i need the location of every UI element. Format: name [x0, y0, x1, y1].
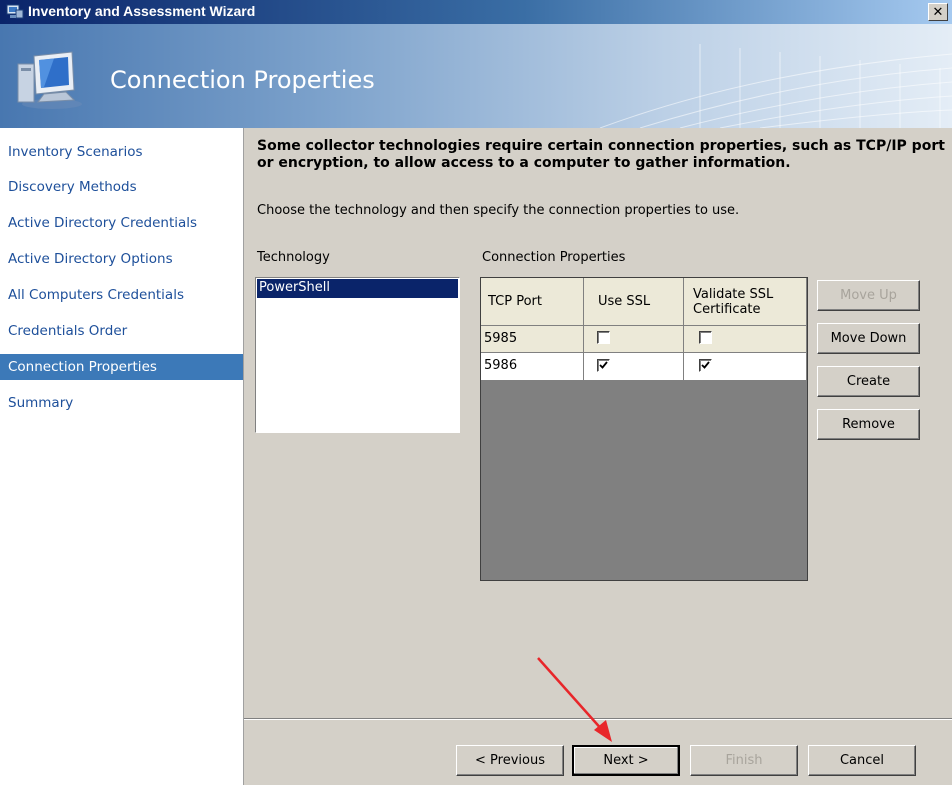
sidebar-item-all-computers-credentials[interactable]: All Computers Credentials: [0, 282, 243, 308]
sidebar-item-ad-options[interactable]: Active Directory Options: [0, 246, 243, 272]
move-down-button[interactable]: Move Down: [817, 323, 920, 354]
sidebar-item-credentials-order[interactable]: Credentials Order: [0, 318, 243, 344]
header-banner: Connection Properties: [0, 24, 952, 128]
create-button[interactable]: Create: [817, 366, 920, 397]
page-title: Connection Properties: [110, 66, 375, 94]
cancel-button[interactable]: Cancel: [808, 745, 916, 776]
use-ssl-checkbox[interactable]: [597, 359, 610, 372]
list-item-powershell[interactable]: PowerShell: [257, 279, 458, 298]
column-header-tcp-port[interactable]: TCP Port: [481, 278, 584, 326]
wizard-steps-sidebar: Inventory Scenarios Discovery Methods Ac…: [0, 128, 244, 785]
column-header-use-ssl[interactable]: Use SSL: [584, 278, 684, 326]
instruction-text: Choose the technology and then specify t…: [257, 203, 740, 218]
window-title: Inventory and Assessment Wizard: [28, 3, 256, 19]
connection-properties-grid[interactable]: TCP Port Use SSL Validate SSL Certificat…: [480, 277, 808, 581]
table-row-cell-validate-ssl: [684, 353, 807, 381]
sidebar-item-connection-properties[interactable]: Connection Properties: [0, 354, 243, 380]
column-header-validate-ssl[interactable]: Validate SSL Certificate: [684, 278, 807, 326]
intro-description: Some collector technologies require cert…: [257, 138, 945, 171]
validate-ssl-checkbox[interactable]: [699, 359, 712, 372]
validate-ssl-checkbox[interactable]: [699, 331, 712, 344]
checkmark-icon: [599, 361, 608, 369]
sidebar-item-discovery-methods[interactable]: Discovery Methods: [0, 174, 243, 200]
checkmark-icon: [701, 361, 710, 369]
sidebar-item-inventory-scenarios[interactable]: Inventory Scenarios: [0, 139, 243, 165]
table-row-cell-port[interactable]: 5985: [481, 326, 584, 353]
table-row-cell-use-ssl: [584, 326, 684, 353]
sidebar-item-ad-credentials[interactable]: Active Directory Credentials: [0, 210, 243, 236]
connection-properties-label: Connection Properties: [482, 250, 626, 265]
table-row-cell-port[interactable]: 5986: [481, 353, 584, 381]
table-row-cell-use-ssl: [584, 353, 684, 381]
computer-monitor-icon: [14, 50, 94, 110]
technology-list[interactable]: PowerShell: [255, 277, 460, 433]
move-up-button[interactable]: Move Up: [817, 280, 920, 311]
annotation-arrow-icon: [537, 657, 612, 742]
use-ssl-checkbox[interactable]: [597, 331, 610, 344]
close-icon[interactable]: ✕: [928, 3, 948, 21]
sidebar-item-summary[interactable]: Summary: [0, 390, 243, 416]
remove-button[interactable]: Remove: [817, 409, 920, 440]
technology-label: Technology: [257, 250, 330, 265]
table-row-cell-validate-ssl: [684, 326, 807, 353]
wizard-app-icon: [6, 4, 24, 20]
finish-button[interactable]: Finish: [690, 745, 798, 776]
